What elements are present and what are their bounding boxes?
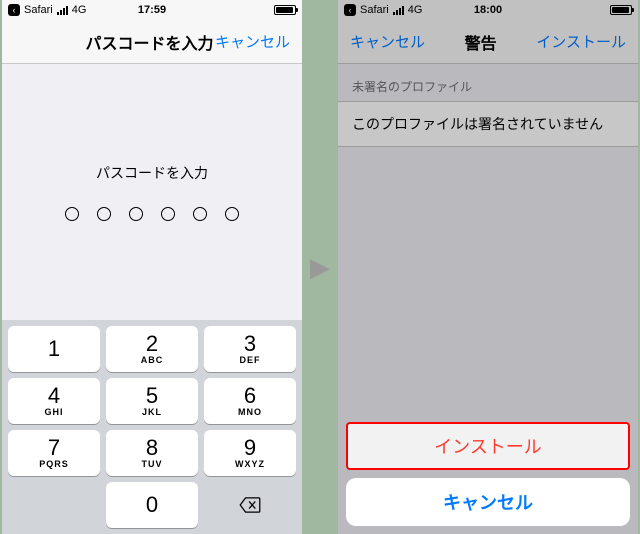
action-sheet: インストール キャンセル <box>338 414 638 534</box>
nav-bar: パスコードを入力 キャンセル <box>2 20 302 64</box>
cancel-button[interactable]: キャンセル <box>215 31 290 52</box>
section-header: 未署名のプロファイル <box>338 64 638 101</box>
passcode-dot <box>65 207 79 221</box>
key-6[interactable]: 6MNO <box>204 378 296 424</box>
network-label: 4G <box>72 4 87 16</box>
numeric-keypad: 1 2ABC 3DEF 4GHI 5JKL 6MNO 7PQRS 8TUV 9W… <box>2 320 302 534</box>
signal-icon <box>393 6 404 15</box>
back-to-app-icon[interactable]: ‹ <box>344 4 356 16</box>
passcode-dot <box>193 207 207 221</box>
key-8[interactable]: 8TUV <box>106 430 198 476</box>
install-button[interactable]: インストール <box>536 31 626 52</box>
nav-bar: キャンセル 警告 インストール <box>338 20 638 64</box>
sheet-cancel-button[interactable]: キャンセル <box>346 478 630 526</box>
key-1[interactable]: 1 <box>8 326 100 372</box>
backspace-button[interactable] <box>204 482 296 528</box>
warning-screen: ‹ Safari 4G 18:00 キャンセル 警告 インストール 未署名のプロ… <box>338 0 638 534</box>
sheet-install-button[interactable]: インストール <box>346 422 630 470</box>
passcode-dots <box>65 207 239 221</box>
battery-icon <box>610 5 632 15</box>
clock: 17:59 <box>104 4 200 16</box>
key-9[interactable]: 9WXYZ <box>204 430 296 476</box>
passcode-dot <box>129 207 143 221</box>
back-app-label[interactable]: Safari <box>360 4 389 16</box>
signal-icon <box>57 6 68 15</box>
back-app-label[interactable]: Safari <box>24 4 53 16</box>
nav-title: 警告 <box>425 30 536 54</box>
passcode-dot <box>97 207 111 221</box>
nav-title: パスコードを入力 <box>84 30 215 54</box>
arrow-right-icon: ▶ <box>310 252 330 283</box>
clock: 18:00 <box>440 4 536 16</box>
back-to-app-icon[interactable]: ‹ <box>8 4 20 16</box>
passcode-prompt: パスコードを入力 <box>96 163 208 183</box>
key-2[interactable]: 2ABC <box>106 326 198 372</box>
passcode-dot <box>225 207 239 221</box>
key-0[interactable]: 0 <box>106 482 198 528</box>
cancel-button[interactable]: キャンセル <box>350 31 425 52</box>
battery-icon <box>274 5 296 15</box>
passcode-screen: ‹ Safari 4G 17:59 パスコードを入力 キャンセル パスコードを入… <box>2 0 302 534</box>
network-label: 4G <box>408 4 423 16</box>
key-3[interactable]: 3DEF <box>204 326 296 372</box>
key-blank <box>8 482 100 528</box>
passcode-dot <box>161 207 175 221</box>
key-4[interactable]: 4GHI <box>8 378 100 424</box>
key-5[interactable]: 5JKL <box>106 378 198 424</box>
status-bar: ‹ Safari 4G 17:59 <box>2 0 302 20</box>
backspace-icon <box>239 497 261 513</box>
key-7[interactable]: 7PQRS <box>8 430 100 476</box>
passcode-area: パスコードを入力 <box>2 64 302 320</box>
status-bar: ‹ Safari 4G 18:00 <box>338 0 638 20</box>
warning-row: このプロファイルは署名されていません <box>338 101 638 147</box>
